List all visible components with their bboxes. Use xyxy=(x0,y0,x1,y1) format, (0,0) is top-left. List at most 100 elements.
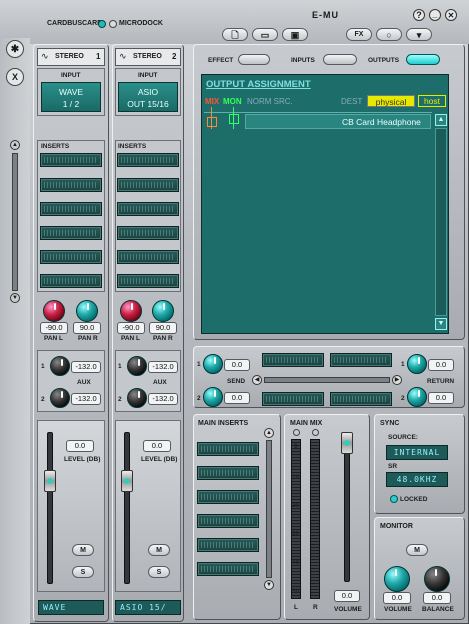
strip-1-insert-slot-5[interactable] xyxy=(40,250,102,264)
strip-2-pan-r-knob[interactable] xyxy=(152,300,174,322)
main-insert-slot-6[interactable] xyxy=(197,562,259,576)
mix-connector-icon[interactable] xyxy=(207,117,217,127)
strip-1-insert-slot-3[interactable] xyxy=(40,202,102,216)
main-insert-slot-1[interactable] xyxy=(197,442,259,456)
mon-connector-icon[interactable] xyxy=(229,114,239,124)
strip-1-input-selector[interactable]: WAVE 1 / 2 xyxy=(41,82,101,112)
monitor-balance-knob[interactable] xyxy=(424,566,450,592)
strip-1-aux2-value[interactable]: -132.0 xyxy=(71,393,101,405)
tab-inputs-button[interactable] xyxy=(323,54,357,65)
return-2-knob[interactable] xyxy=(407,387,427,407)
strip-1-fader[interactable] xyxy=(44,470,56,492)
main-inserts-scroll-down-icon[interactable]: ▼ xyxy=(264,580,274,590)
rail-scroll-up-icon[interactable]: ▲ xyxy=(10,140,20,150)
strip-1-pan-r-knob[interactable] xyxy=(76,300,98,322)
send-scroll-left-icon[interactable]: ◀ xyxy=(252,375,262,385)
strip-2-aux1-value[interactable]: -132.0 xyxy=(148,361,178,373)
strip-1-insert-slot-4[interactable] xyxy=(40,226,102,240)
physical-toggle[interactable]: physical xyxy=(367,95,415,107)
strip-1-aux1-value[interactable]: -132.0 xyxy=(71,361,101,373)
rail-star-button[interactable]: ✱ xyxy=(6,40,24,58)
strip-1-header: ∿ STEREO 1 xyxy=(37,48,105,66)
strip-2-level-value[interactable]: 0.0 xyxy=(143,440,171,452)
output-scroll-down-icon[interactable]: ▼ xyxy=(435,318,447,330)
send-2-value[interactable]: 0.0 xyxy=(224,392,250,404)
strip-2-solo-button[interactable]: S xyxy=(148,566,170,578)
strip-1-insert-slot-1[interactable] xyxy=(40,153,102,167)
strip-2-pan-l-value[interactable]: -90.0 xyxy=(117,322,145,334)
return-2-value[interactable]: 0.0 xyxy=(428,392,454,404)
strip-2-pan-l-knob[interactable] xyxy=(120,300,142,322)
strip-1-insert-slot-6[interactable] xyxy=(40,274,102,288)
monitor-volume-knob[interactable] xyxy=(384,566,410,592)
open-session-button[interactable]: ▭ xyxy=(252,28,278,41)
send-2-knob[interactable] xyxy=(203,387,223,407)
new-session-button[interactable]: 🗋 xyxy=(222,28,248,41)
monitor-balance-label: BALANCE xyxy=(422,606,454,613)
send-scroll-track[interactable] xyxy=(264,377,390,383)
main-insert-slot-4[interactable] xyxy=(197,514,259,528)
strip-1-aux1-knob[interactable] xyxy=(50,356,70,376)
strip-1-mute-button[interactable]: M xyxy=(72,544,94,556)
minimize-button[interactable]: _ xyxy=(429,9,441,21)
send-1-value[interactable]: 0.0 xyxy=(224,359,250,371)
main-inserts-scroll-up-icon[interactable]: ▲ xyxy=(264,428,274,438)
tab-outputs-label: OUTPUTS xyxy=(368,57,400,64)
host-toggle[interactable]: host xyxy=(418,95,446,107)
strip-2-fader[interactable] xyxy=(121,470,133,492)
strip-2-aux2-knob[interactable] xyxy=(127,388,147,408)
strip-2-insert-slot-2[interactable] xyxy=(117,178,179,192)
open-folder-icon: ▭ xyxy=(260,30,270,40)
strip-2-insert-slot-6[interactable] xyxy=(117,274,179,288)
rail-scroll-down-icon[interactable]: ▼ xyxy=(10,293,20,303)
send-scroll-right-icon[interactable]: ▶ xyxy=(392,375,402,385)
strip-2-name: STEREO xyxy=(133,53,162,60)
strip-2-aux2-number: 2 xyxy=(118,396,122,403)
sync-source-display[interactable]: INTERNAL xyxy=(386,445,448,460)
strip-2-insert-slot-3[interactable] xyxy=(117,202,179,216)
close-button[interactable]: ✕ xyxy=(445,9,457,21)
strip-2-pan-l-label: PAN L xyxy=(121,335,141,342)
strip-2-pan-r-value[interactable]: 90.0 xyxy=(149,322,177,334)
strip-1-pan-r-value[interactable]: 90.0 xyxy=(73,322,101,334)
strip-1-solo-button[interactable]: S xyxy=(72,566,94,578)
main-insert-slot-5[interactable] xyxy=(197,538,259,552)
return-1-value[interactable]: 0.0 xyxy=(428,359,454,371)
menu-dropdown-button[interactable]: ▾ xyxy=(406,28,432,41)
main-volume-fader[interactable] xyxy=(341,432,353,454)
save-session-button[interactable]: ▣ xyxy=(282,28,308,41)
fx-button[interactable]: FX xyxy=(346,28,372,41)
strip-1-pan-l-knob[interactable] xyxy=(43,300,65,322)
monitor-volume-value[interactable]: 0.0 xyxy=(383,592,411,604)
settings-button[interactable]: ○ xyxy=(376,28,402,41)
rail-scrollbar[interactable] xyxy=(12,153,18,291)
strip-1-aux2-knob[interactable] xyxy=(50,388,70,408)
monitor-mute-button[interactable]: M xyxy=(406,544,428,556)
strip-2-aux2-value[interactable]: -132.0 xyxy=(148,393,178,405)
monitor-balance-value[interactable]: 0.0 xyxy=(423,592,451,604)
main-volume-value[interactable]: 0.0 xyxy=(334,590,360,602)
main-inserts-scrollbar[interactable] xyxy=(266,440,272,578)
output-scrollbar[interactable] xyxy=(435,128,447,316)
rail-x-button[interactable]: X xyxy=(6,68,24,86)
strip-2-input-selector[interactable]: ASIO OUT 15/16 xyxy=(118,82,178,112)
help-button[interactable]: ? xyxy=(413,9,425,21)
meter-l-peak-icon xyxy=(293,429,300,436)
output-scroll-up-icon[interactable]: ▲ xyxy=(435,114,447,126)
main-insert-slot-3[interactable] xyxy=(197,490,259,504)
strip-2-insert-slot-4[interactable] xyxy=(117,226,179,240)
strip-1-level-value[interactable]: 0.0 xyxy=(66,440,94,452)
return-1-knob[interactable] xyxy=(407,354,427,374)
strip-2-insert-slot-5[interactable] xyxy=(117,250,179,264)
tab-effect-button[interactable] xyxy=(238,54,270,65)
strip-2-insert-slot-1[interactable] xyxy=(117,153,179,167)
tab-outputs-button[interactable] xyxy=(406,54,440,65)
main-insert-slot-2[interactable] xyxy=(197,466,259,480)
strip-2-aux1-knob[interactable] xyxy=(127,356,147,376)
strip-2-mute-button[interactable]: M xyxy=(148,544,170,556)
strip-1-pan-l-value[interactable]: -90.0 xyxy=(40,322,68,334)
send-lcd-left-top xyxy=(262,353,324,367)
sync-sr-display[interactable]: 48.0KHZ xyxy=(386,472,448,487)
strip-1-insert-slot-2[interactable] xyxy=(40,178,102,192)
send-1-knob[interactable] xyxy=(203,354,223,374)
